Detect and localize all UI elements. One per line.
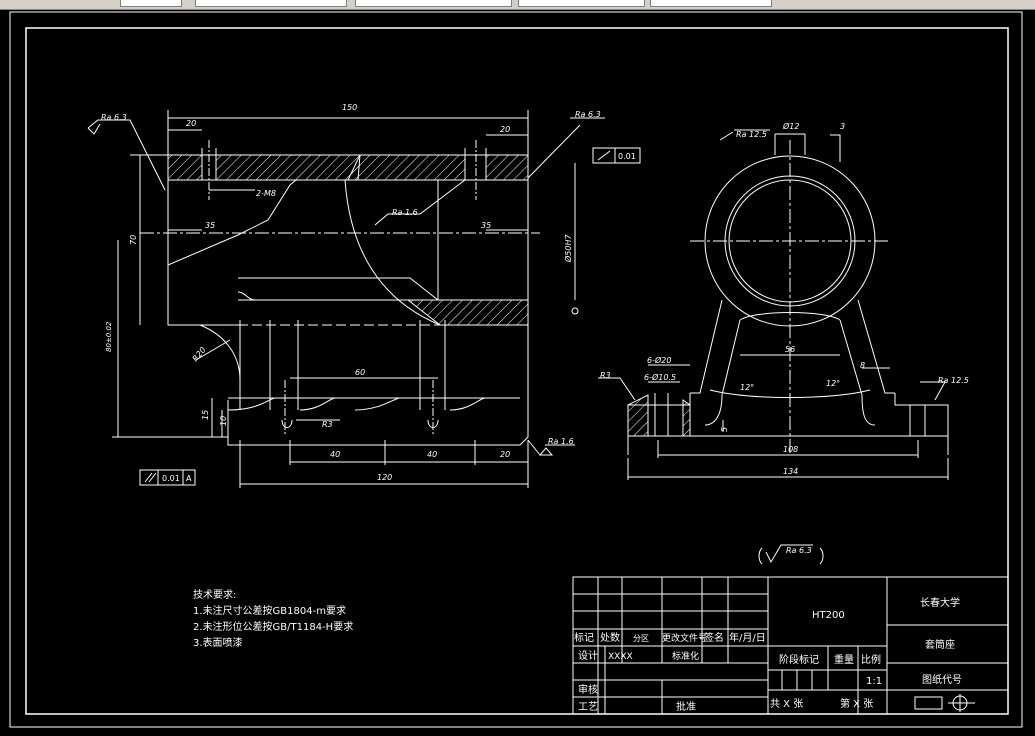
tb-drawing-code: 图纸代号: [922, 673, 962, 686]
dim-r3-side: R3: [600, 371, 611, 380]
notes-title: 技术要求:: [193, 590, 237, 601]
dim-20-bottom: 20: [500, 450, 510, 459]
dim-10: 10: [219, 416, 228, 426]
roughness-icon: [538, 447, 554, 456]
ra-6.3-left: Ra 6.3: [101, 113, 127, 122]
dim-120: 120: [377, 473, 392, 482]
tb-mark: 标记: [574, 632, 594, 644]
tb-material: HT200: [812, 610, 845, 621]
cylindricity-value: 0.01: [618, 152, 636, 161]
tb-date: 年/月/日: [729, 631, 766, 644]
dim-angle-left: 12°: [740, 383, 754, 392]
parallelism-datum: A: [186, 474, 192, 483]
cylindricity-icon: [597, 150, 611, 161]
ra-6.3-general: Ra 6.3: [786, 546, 812, 555]
dim-150: 150: [342, 103, 357, 112]
dim-134: 134: [783, 467, 798, 476]
notes-item-3: 3.表面喷漆: [193, 638, 243, 649]
dim-d12: Ø12: [782, 121, 799, 131]
dim-35-left: 35: [205, 221, 215, 230]
parallelism-icon: [144, 472, 157, 483]
tb-total-sheets: 共 X 张: [770, 698, 803, 710]
dim-80: 80±0.02: [105, 321, 113, 352]
tb-designer: XXXX: [608, 652, 633, 662]
tb-count: 处数: [600, 631, 620, 644]
front-section-view: [87, 110, 641, 488]
tb-change-doc: 更改文件号: [662, 632, 707, 644]
ra-6.3-right: Ra 6.3: [575, 110, 601, 119]
layer-combo[interactable]: [195, 0, 347, 7]
plotstyle-combo[interactable]: [650, 0, 772, 7]
front-view-symbols: [144, 150, 611, 483]
dim-8: 8: [860, 361, 865, 370]
tb-part-name: 套筒座: [925, 638, 955, 651]
technical-requirements: 技术要求: 1.未注尺寸公差按GB1804-m要求 2.未注形位公差按GB/T1…: [193, 588, 353, 652]
notes-item-1: 1.未注尺寸公差按GB1804-m要求: [193, 606, 346, 617]
dim-20-left: 20: [186, 119, 196, 128]
dim-20-right: 20: [500, 125, 510, 134]
parallelism-value: 0.01: [162, 474, 180, 483]
dim-angle-right: 12°: [826, 379, 840, 388]
dim-bore: Ø50H7: [563, 234, 573, 263]
notes-item-2: 2.未注形位公差按GB/T1184-H要求: [193, 622, 354, 633]
ra-12.5-top: Ra 12.5: [736, 130, 767, 139]
toolbar-combo[interactable]: [120, 0, 182, 7]
dim-60: 60: [355, 368, 365, 377]
ra-1.6-inner: Ra 1.6: [392, 208, 418, 217]
dim-35-right: 35: [481, 221, 491, 230]
outer-frame: [9, 11, 1023, 728]
dim-15: 15: [201, 410, 210, 420]
tb-sheet-no: 第 X 张: [840, 697, 873, 710]
dim-70: 70: [129, 235, 138, 245]
ra-12.5-right: Ra 12.5: [938, 376, 969, 385]
lineweight-combo[interactable]: [518, 0, 645, 7]
tb-process: 工艺: [578, 701, 598, 713]
tb-school: 长春大学: [920, 596, 960, 609]
dim-56: 56: [785, 345, 795, 354]
tb-approve: 批准: [676, 700, 696, 713]
tb-standardize: 标准化: [672, 650, 699, 662]
dim-r3-front: R3: [322, 420, 333, 429]
dim-3: 3: [840, 122, 845, 131]
tb-scale-label: 比例: [861, 653, 881, 666]
side-view: [598, 129, 949, 480]
tb-design: 设计: [578, 649, 598, 662]
dim-5: 5: [720, 427, 729, 432]
tb-sign: 签名: [704, 631, 724, 644]
tb-review: 审核: [578, 683, 598, 696]
tb-zone: 分区: [633, 634, 649, 643]
dim-108: 108: [783, 445, 798, 454]
dim-40-a: 40: [330, 450, 340, 459]
dim-holes-20: 6-Ø20: [647, 355, 671, 365]
tb-scale: 1:1: [866, 676, 882, 687]
tb-weight: 重量: [834, 653, 854, 666]
tb-stage-mark: 阶段标记: [779, 653, 819, 666]
dim-40-b: 40: [427, 450, 437, 459]
dim-holes-10.5: 6-Ø10.5: [644, 372, 676, 382]
cad-drawing-canvas[interactable]: 150 20 20 2-M8 35 35 70 80±0.02 R20 60 1…: [0, 9, 1035, 736]
linetype-combo[interactable]: [355, 0, 512, 7]
ra-1.6-bottom: Ra 1.6: [548, 437, 574, 446]
inner-frame: [25, 27, 1009, 715]
dim-thread: 2-M8: [256, 189, 276, 198]
